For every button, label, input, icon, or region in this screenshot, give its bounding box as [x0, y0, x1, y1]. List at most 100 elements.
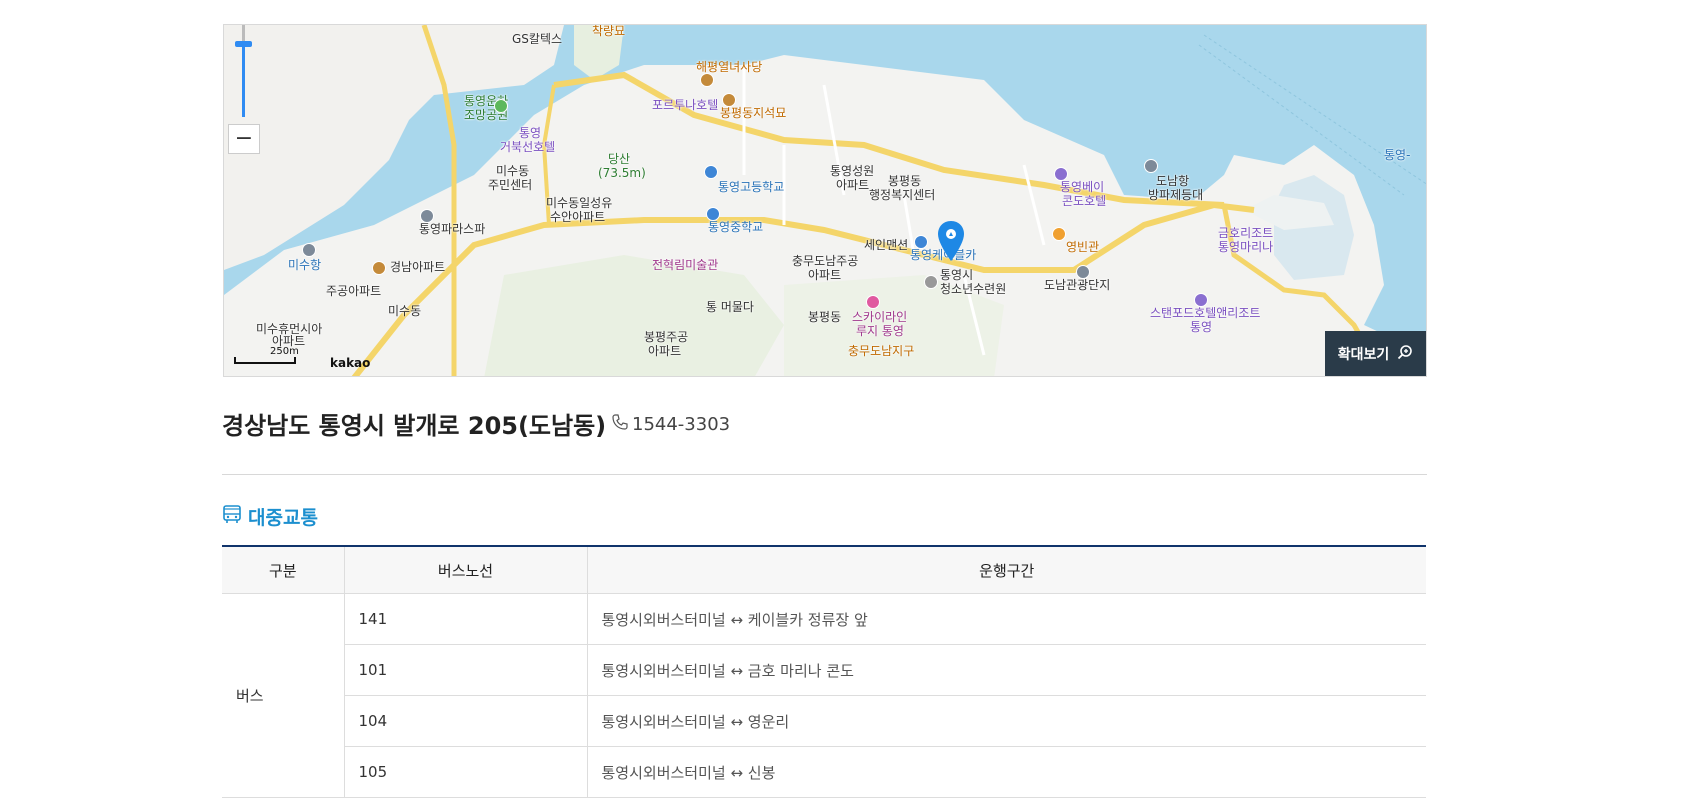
map-label: 영빈관: [1066, 240, 1100, 254]
zoom-in-icon: [1397, 344, 1413, 364]
scale-label: 250m: [270, 346, 299, 357]
map-label: 콘도호텔: [1062, 194, 1107, 208]
zoom-slider-handle[interactable]: [235, 41, 252, 47]
map-label: 통영고등학교: [718, 180, 785, 194]
landmark-icon: [700, 73, 714, 87]
map-base: [224, 25, 1426, 376]
map-label: 전혁림미술관: [652, 258, 719, 272]
scale-bar: 250m: [234, 346, 299, 364]
route-number: 104: [343, 695, 587, 747]
section-title-label: 대중교통: [248, 507, 318, 529]
map-label: 통영-: [1384, 148, 1411, 162]
route-section: 통영시외버스터미널 ↔ 신봉: [586, 746, 1426, 798]
map-label: 충무도남주공: [792, 254, 859, 268]
landmark-icon: [722, 93, 736, 107]
phone-icon: [612, 414, 628, 435]
school-icon: [704, 165, 718, 179]
restaurant-icon: [1052, 227, 1066, 241]
scale-bar-line: [234, 357, 296, 364]
map-label: 통영마리나: [1218, 240, 1274, 254]
map-provider-logo: kakao: [330, 356, 371, 370]
harbor-icon: [302, 243, 316, 257]
zoom-out-button[interactable]: −: [228, 124, 260, 154]
header-route: 버스노선: [343, 546, 587, 594]
header-section: 운행구간: [586, 546, 1426, 594]
map-label: 봉평주공: [644, 330, 689, 344]
map-label: 수안아파트: [550, 210, 606, 224]
map-view[interactable]: − GS칼텍스 착량묘 해평열녀사당 포르투나호텔 봉평동지석묘 통영운하 조망…: [223, 24, 1427, 377]
school-icon: [706, 207, 720, 221]
map-label: GS칼텍스: [512, 32, 563, 46]
map-label: 미수동: [496, 164, 530, 178]
header-category: 구분: [222, 546, 344, 594]
map-label: 경남아파트: [390, 260, 446, 274]
map-label: 미수동일성유: [546, 196, 613, 210]
map-label: 통영파라스파: [419, 222, 486, 236]
table-row: 105 통영시외버스터미널 ↔ 신봉: [222, 746, 1426, 798]
map-label: 스카이라인: [852, 310, 908, 324]
map-label: 아파트: [836, 178, 870, 192]
map-label: 주민센터: [488, 178, 533, 192]
map-label: 봉평동지석묘: [720, 106, 787, 120]
route-section: 통영시외버스터미널 ↔ 영운리: [586, 695, 1426, 747]
map-label: 통영성원: [830, 164, 875, 178]
spa-icon: [420, 209, 434, 223]
map-label: 청소년수련원: [940, 282, 1007, 296]
map-label: 통영: [1190, 320, 1213, 334]
map-label: (73.5m): [598, 166, 646, 180]
route-section: 통영시외버스터미널 ↔ 금호 마리나 콘도: [586, 644, 1426, 696]
map-label: 스탠포드호텔앤리조트: [1150, 306, 1261, 320]
divider: [222, 474, 1427, 475]
route-number: 141: [343, 593, 587, 645]
map-label: 방파제등대: [1148, 188, 1204, 202]
table-row: 버스 141 통영시외버스터미널 ↔ 케이블카 정류장 앞: [222, 593, 1426, 798]
map-label: 아파트: [648, 344, 682, 358]
route-section: 통영시외버스터미널 ↔ 케이블카 정류장 앞: [586, 593, 1426, 645]
map-label: 포르투나호텔: [652, 98, 719, 112]
table-header-row: 구분 버스노선 운행구간: [222, 546, 1426, 594]
address-title: 경상남도 통영시 발개로 205(도남동): [222, 412, 607, 440]
map-label: 봉평동: [808, 310, 842, 324]
map-label: 통영시: [940, 268, 974, 282]
map-label: 아파트: [808, 268, 842, 282]
map-label: 주공아파트: [326, 284, 382, 298]
section-title-transit: 대중교통: [222, 503, 318, 530]
phone-number[interactable]: 1544-3303: [612, 414, 730, 435]
route-number: 101: [343, 644, 587, 696]
map-label: 거북선호텔: [500, 140, 556, 154]
map-label: 착량묘: [592, 24, 626, 38]
map-label: 충무도남지구: [848, 344, 915, 358]
map-label: 도남항: [1156, 174, 1190, 188]
map-label: 통 머물다: [706, 300, 754, 314]
map-label: 세인맨션: [864, 238, 909, 252]
route-number: 105: [343, 746, 587, 798]
table-row: 104 통영시외버스터미널 ↔ 영운리: [222, 695, 1426, 747]
enlarge-map-button[interactable]: 확대보기: [1325, 331, 1426, 376]
map-label: 행정복지센터: [869, 188, 936, 202]
location-pin-icon[interactable]: [938, 221, 964, 265]
map-label: 당산: [608, 152, 631, 166]
bus-route-table: 구분 버스노선 운행구간 버스 141 통영시외버스터미널 ↔ 케이블카 정류장…: [222, 545, 1426, 798]
luge-icon: [866, 295, 880, 309]
map-label: 통영베이: [1060, 180, 1105, 194]
enlarge-label: 확대보기: [1337, 346, 1390, 363]
lighthouse-icon: [1144, 159, 1158, 173]
center-icon: [924, 275, 938, 289]
map-label: 봉평동: [888, 174, 922, 188]
hotel-icon: [1054, 167, 1068, 181]
phone-text: 1544-3303: [632, 414, 731, 435]
park-icon: [494, 99, 508, 113]
hotel-icon: [1194, 293, 1208, 307]
table-row: 101 통영시외버스터미널 ↔ 금호 마리나 콘도: [222, 644, 1426, 696]
category-cell: 버스: [222, 593, 344, 798]
map-label: 미수동: [388, 304, 422, 318]
tour-icon: [1076, 265, 1090, 279]
cablecar-icon: [914, 235, 928, 249]
map-label: 미수항: [288, 258, 322, 272]
map-label: 금호리조트: [1218, 226, 1274, 240]
map-label: 도남관광단지: [1044, 278, 1111, 292]
apartment-icon: [372, 261, 386, 275]
map-label: 통영중학교: [708, 220, 764, 234]
map-label: 통영: [519, 126, 542, 140]
bus-icon: [222, 504, 242, 529]
